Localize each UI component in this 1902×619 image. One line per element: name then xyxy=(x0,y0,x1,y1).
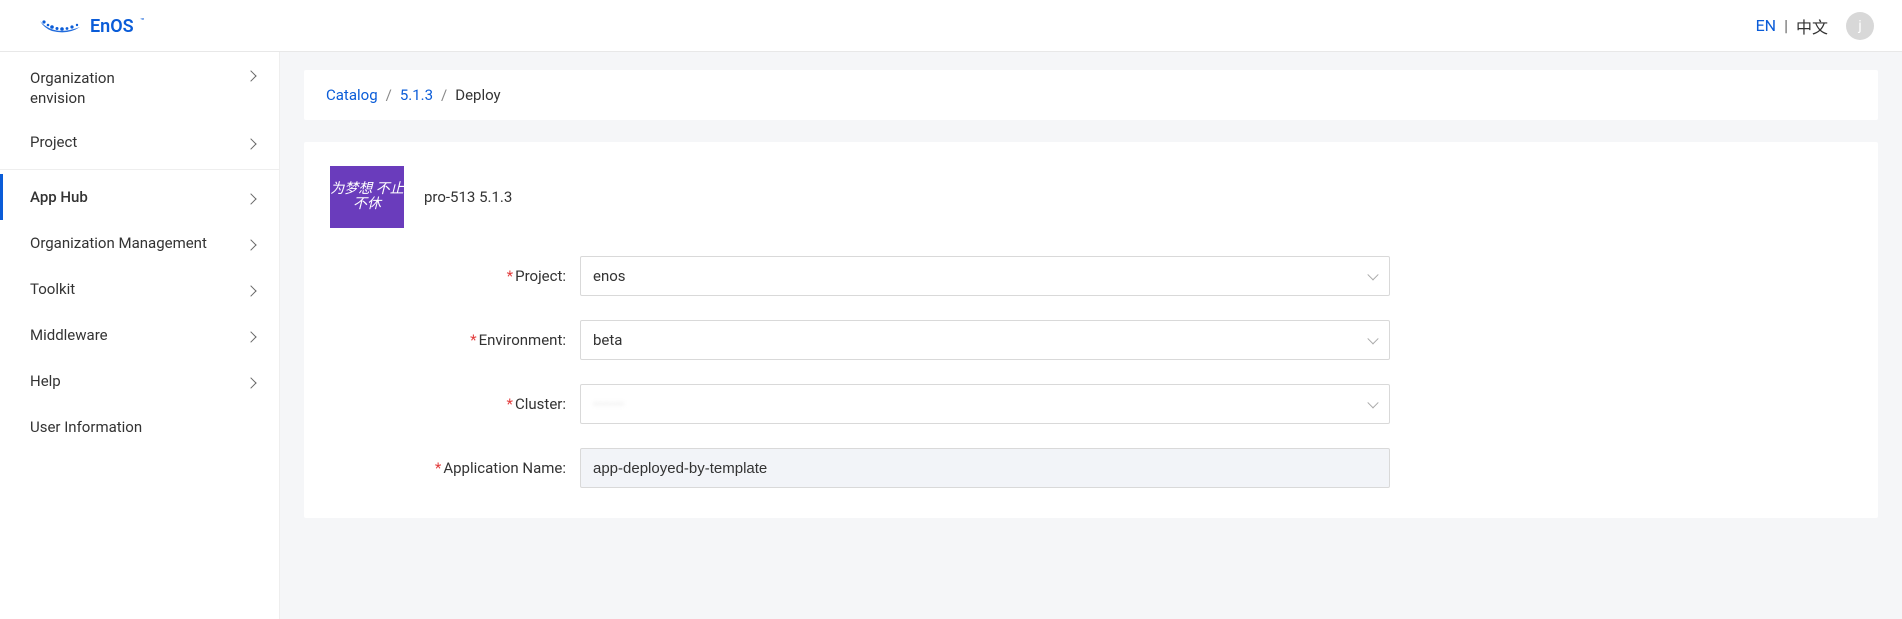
sidebar: Organization envision Project App Hub Or… xyxy=(0,52,280,619)
select-environment[interactable]: beta xyxy=(580,320,1390,360)
breadcrumb-sep: / xyxy=(386,86,392,104)
avatar[interactable]: j xyxy=(1846,12,1874,40)
select-cluster[interactable]: ········ xyxy=(580,384,1390,424)
sidebar-item-help[interactable]: Help xyxy=(0,358,279,404)
chevron-right-icon xyxy=(245,377,256,388)
lang-sep: | xyxy=(1784,16,1788,35)
chevron-right-icon xyxy=(245,331,256,342)
header-right: EN | 中文 j xyxy=(1756,12,1874,40)
breadcrumb-sep: / xyxy=(441,86,447,104)
sidebar-item-user-information[interactable]: User Information xyxy=(0,404,279,450)
sidebar-item-app-hub[interactable]: App Hub xyxy=(0,174,279,220)
chevron-right-icon xyxy=(245,70,256,81)
sidebar-item-label: Middleware xyxy=(30,326,108,344)
app-thumbnail: 为梦想 不止不休 xyxy=(330,166,404,228)
select-value: enos xyxy=(593,267,626,285)
chevron-down-icon xyxy=(1367,269,1378,280)
sidebar-item-label: Organization xyxy=(30,68,115,88)
select-project[interactable]: enos xyxy=(580,256,1390,296)
breadcrumb-card: Catalog / 5.1.3 / Deploy xyxy=(304,70,1878,120)
label-appname: *Application Name: xyxy=(330,459,580,477)
form-row-environment: *Environment: beta xyxy=(330,320,1852,360)
sidebar-item-label: Organization Management xyxy=(30,234,207,252)
logo[interactable]: EnOS ™ xyxy=(38,13,168,39)
app-header: EnOS ™ EN | 中文 j xyxy=(0,0,1902,52)
breadcrumb-current: Deploy xyxy=(455,86,500,104)
sidebar-item-toolkit[interactable]: Toolkit xyxy=(0,266,279,312)
chevron-right-icon xyxy=(245,239,256,250)
required-icon: * xyxy=(507,395,513,413)
sidebar-item-org-management[interactable]: Organization Management xyxy=(0,220,279,266)
sidebar-item-project[interactable]: Project xyxy=(0,119,279,165)
sidebar-item-middleware[interactable]: Middleware xyxy=(0,312,279,358)
logo-icon: EnOS ™ xyxy=(38,13,168,39)
svg-text:™: ™ xyxy=(140,17,144,25)
sidebar-divider xyxy=(0,169,279,170)
main-content: Catalog / 5.1.3 / Deploy 为梦想 不止不休 pro-51… xyxy=(280,52,1902,619)
chevron-down-icon xyxy=(1367,333,1378,344)
label-environment: *Environment: xyxy=(330,331,580,349)
sidebar-item-label: User Information xyxy=(30,418,142,436)
chevron-right-icon xyxy=(245,193,256,204)
label-project: *Project: xyxy=(330,267,580,285)
language-switch: EN | 中文 xyxy=(1756,14,1828,38)
chevron-down-icon xyxy=(1367,397,1378,408)
sidebar-item-organization[interactable]: Organization envision xyxy=(0,58,279,119)
required-icon: * xyxy=(470,331,476,349)
required-icon: * xyxy=(507,267,513,285)
chevron-right-icon xyxy=(245,285,256,296)
sidebar-item-label: App Hub xyxy=(30,188,88,206)
lang-zh[interactable]: 中文 xyxy=(1796,14,1828,38)
breadcrumb: Catalog / 5.1.3 / Deploy xyxy=(326,86,1856,104)
sidebar-item-sublabel: envision xyxy=(30,88,115,108)
card-title: pro-513 5.1.3 xyxy=(424,188,512,206)
lang-en[interactable]: EN xyxy=(1756,16,1777,35)
chevron-right-icon xyxy=(245,138,256,149)
svg-text:EnOS: EnOS xyxy=(90,16,134,37)
label-cluster: *Cluster: xyxy=(330,395,580,413)
form-row-appname: *Application Name: xyxy=(330,448,1852,488)
input-appname[interactable] xyxy=(580,448,1390,488)
breadcrumb-catalog[interactable]: Catalog xyxy=(326,86,378,104)
select-value: beta xyxy=(593,331,622,349)
select-value: ········ xyxy=(593,395,624,413)
deploy-form-card: 为梦想 不止不休 pro-513 5.1.3 *Project: enos *E… xyxy=(304,142,1878,518)
sidebar-item-label: Help xyxy=(30,372,61,390)
form-row-project: *Project: enos xyxy=(330,256,1852,296)
breadcrumb-version[interactable]: 5.1.3 xyxy=(400,86,433,104)
sidebar-item-label: Project xyxy=(30,133,77,151)
sidebar-item-label: Toolkit xyxy=(30,280,75,298)
card-header: 为梦想 不止不休 pro-513 5.1.3 xyxy=(330,166,1852,228)
required-icon: * xyxy=(435,459,441,477)
form-row-cluster: *Cluster: ········ xyxy=(330,384,1852,424)
